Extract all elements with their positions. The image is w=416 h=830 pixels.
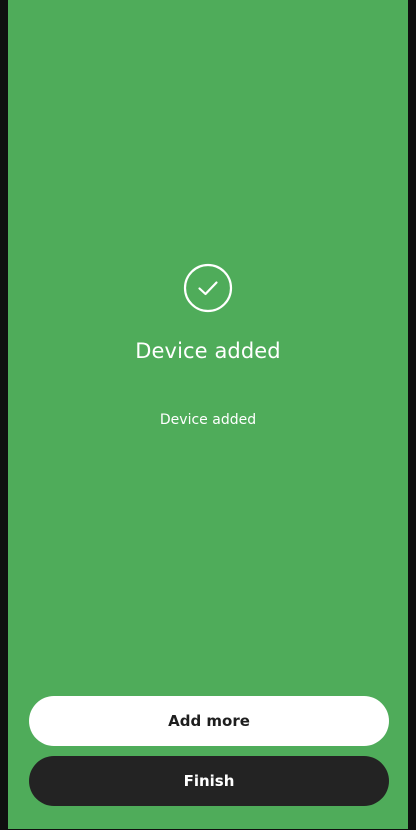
finish-button[interactable]: Finish xyxy=(29,756,389,806)
status-title: Device added xyxy=(135,339,281,363)
status-message: Device added xyxy=(159,412,257,428)
device-frame: Device added Device added Add more Finis… xyxy=(0,0,416,830)
device-added-screen: Device added Device added Add more Finis… xyxy=(8,0,408,829)
add-more-button[interactable]: Add more xyxy=(29,696,389,746)
check-circle-icon xyxy=(183,263,233,313)
